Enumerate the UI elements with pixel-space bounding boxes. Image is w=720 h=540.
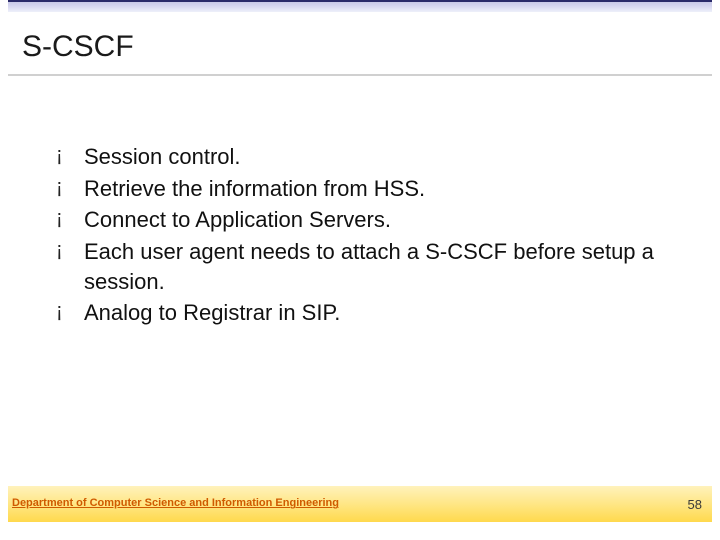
- list-item: Connect to Application Servers.: [56, 205, 680, 235]
- list-item: Session control.: [56, 142, 680, 172]
- top-accent-bar: [8, 0, 712, 12]
- slide-title: S-CSCF: [22, 30, 134, 64]
- list-item: Retrieve the information from HSS.: [56, 174, 680, 204]
- footer-department: Department of Computer Science and Infor…: [12, 497, 339, 510]
- title-underline: [8, 74, 712, 76]
- bullet-list: Session control. Retrieve the informatio…: [56, 142, 680, 330]
- footer-bar: Department of Computer Science and Infor…: [8, 486, 712, 522]
- list-item: Each user agent needs to attach a S-CSCF…: [56, 237, 680, 296]
- list-item: Analog to Registrar in SIP.: [56, 298, 680, 328]
- page-number: 58: [688, 497, 702, 512]
